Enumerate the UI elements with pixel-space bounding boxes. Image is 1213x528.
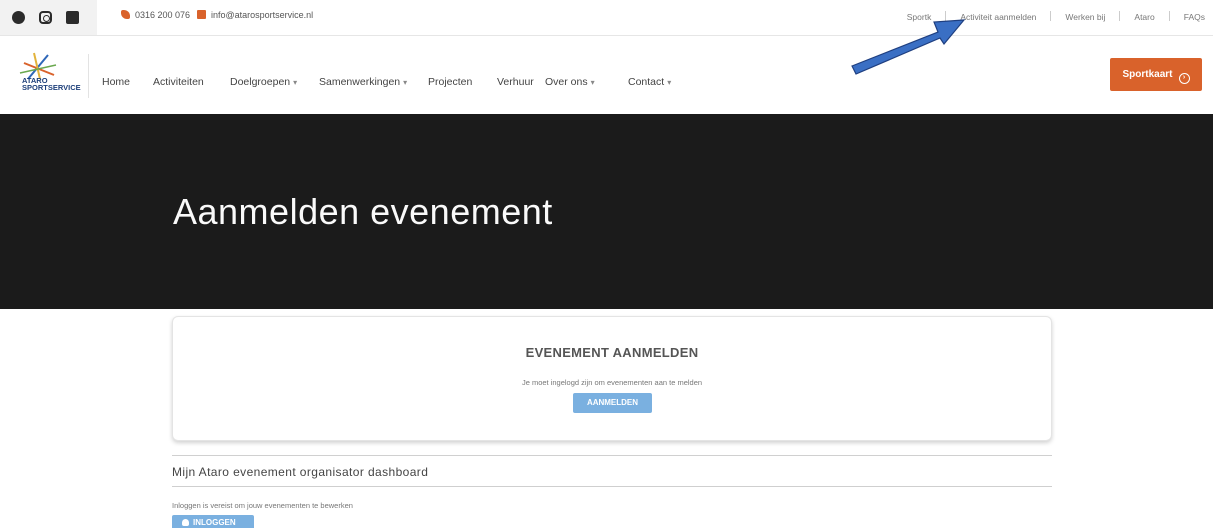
- main-nav: ATARO SPORTSERVICE Home Activiteiten Doe…: [0, 36, 1213, 114]
- nav-item-doelgroepen[interactable]: Doelgroepen ▾: [230, 76, 297, 88]
- arrow-circle-icon: ›: [1178, 73, 1190, 84]
- aanmelden-button[interactable]: AANMELDEN: [573, 393, 652, 413]
- chevron-down-icon: ▾: [667, 78, 672, 87]
- nav-item-label: Doelgroepen: [230, 76, 291, 88]
- top-link-faqs[interactable]: FAQs: [1184, 12, 1205, 22]
- phone-icon: [121, 10, 130, 19]
- logo-divider: [88, 54, 89, 98]
- nav-item-label: Verhuur: [497, 76, 534, 88]
- top-link-ataro[interactable]: Ataro: [1134, 12, 1154, 22]
- nav-item-label: Home: [102, 76, 131, 88]
- facebook-icon[interactable]: [12, 11, 25, 24]
- phone-link[interactable]: 0316 200 076: [121, 10, 190, 20]
- mail-icon: [197, 10, 206, 19]
- chevron-down-icon: ▾: [403, 78, 408, 87]
- social-links: [0, 0, 97, 35]
- sportkaart-button-label: Sportkaart: [1122, 69, 1173, 80]
- divider: [172, 486, 1052, 487]
- nav-item-over-ons[interactable]: Over ons ▾: [545, 76, 595, 88]
- nav-item-verhuur[interactable]: Verhuur: [497, 76, 534, 88]
- page-title: Aanmelden evenement: [173, 191, 553, 232]
- card-title: EVENEMENT AANMELDEN: [525, 345, 699, 360]
- hero-banner: Aanmelden evenement: [0, 114, 1213, 309]
- top-bar: 0316 200 076 info@atarosportservice.nl S…: [0, 0, 1213, 36]
- linkedin-icon[interactable]: [66, 11, 79, 24]
- phone-number: 0316 200 076: [135, 10, 191, 20]
- chevron-down-icon: ▾: [293, 78, 298, 87]
- top-link-activiteit-aanmelden[interactable]: Activiteit aanmelden: [960, 12, 1036, 22]
- nav-item-label: Over ons: [545, 76, 588, 88]
- nav-item-label: Activiteiten: [153, 76, 204, 88]
- login-button-label: INLOGGEN: [193, 518, 236, 527]
- divider: [172, 455, 1052, 456]
- instagram-icon[interactable]: [39, 11, 52, 24]
- nav-item-label: Samenwerkingen: [319, 76, 401, 88]
- nav-item-activiteiten[interactable]: Activiteiten: [153, 76, 204, 88]
- user-icon: [182, 519, 189, 526]
- nav-item-samenwerkingen[interactable]: Samenwerkingen ▾: [319, 76, 407, 88]
- divider: [1168, 11, 1170, 21]
- logo-line-2: SPORTSERVICE: [22, 83, 81, 92]
- sportkaart-button[interactable]: Sportkaart ›: [1110, 58, 1202, 91]
- login-note: Inloggen is vereist om jouw evenementen …: [172, 501, 353, 510]
- login-button[interactable]: INLOGGEN: [172, 515, 254, 528]
- annotation-arrow-icon: [851, 19, 966, 75]
- email-link[interactable]: info@atarosportservice.nl: [197, 10, 313, 20]
- nav-item-contact[interactable]: Contact ▾: [628, 76, 671, 88]
- top-link-werken-bij[interactable]: Werken bij: [1065, 12, 1105, 22]
- dashboard-title: Mijn Ataro evenement organisator dashboa…: [172, 465, 429, 479]
- email-address: info@atarosportservice.nl: [211, 10, 314, 20]
- nav-item-label: Contact: [628, 76, 665, 88]
- nav-item-label: Projecten: [428, 76, 473, 88]
- login-required-message: Je moet ingelogd zijn om evenementen aan…: [521, 378, 703, 387]
- divider: [1119, 11, 1121, 21]
- nav-item-projecten[interactable]: Projecten: [428, 76, 472, 88]
- divider: [1050, 11, 1052, 21]
- chevron-down-icon: ▾: [590, 78, 595, 87]
- ataro-logo[interactable]: ATARO SPORTSERVICE: [14, 51, 86, 95]
- event-register-card: EVENEMENT AANMELDEN Je moet ingelogd zij…: [172, 316, 1052, 441]
- nav-item-home[interactable]: Home: [102, 76, 130, 88]
